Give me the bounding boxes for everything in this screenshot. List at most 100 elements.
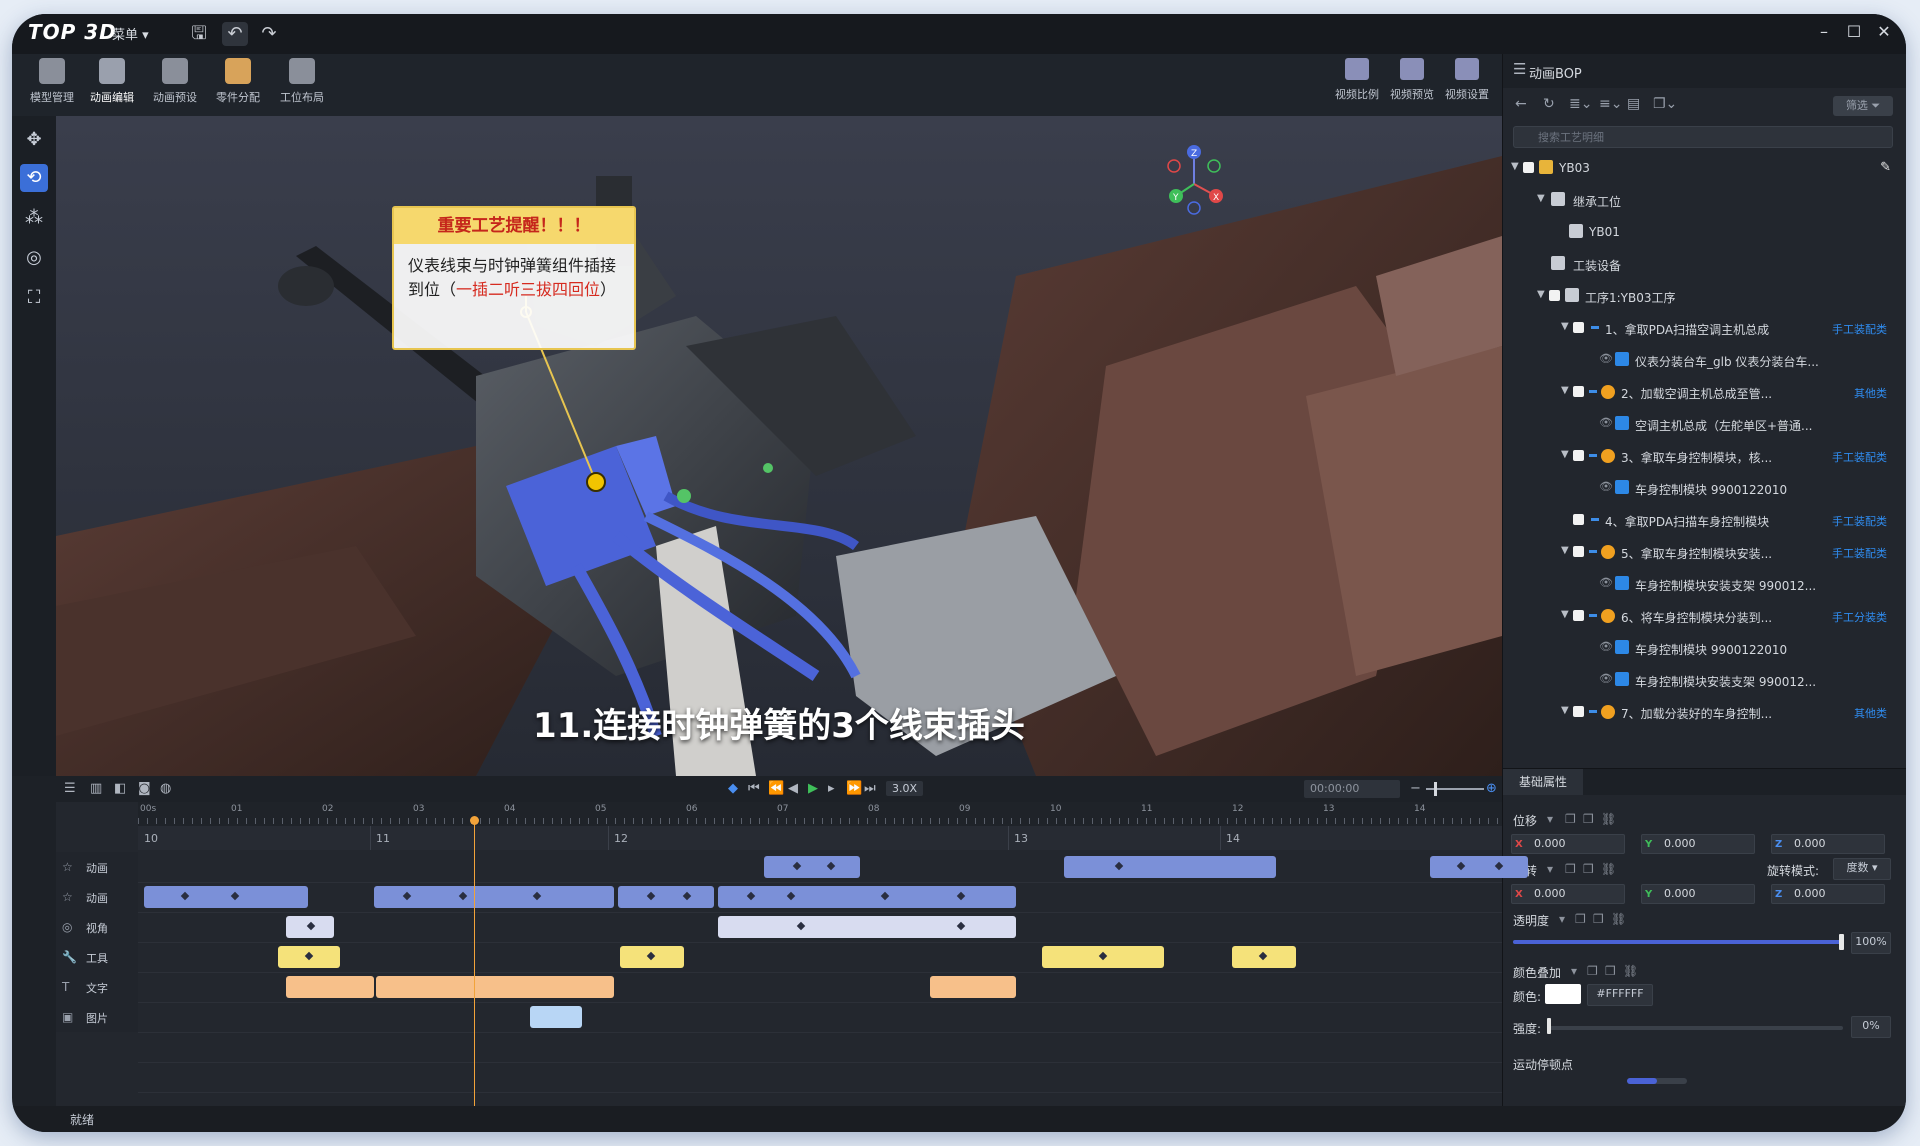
- tree-row[interactable]: ▼ 1、拿取PDA扫描空调主机总成 手工装配类: [1503, 312, 1906, 344]
- next-key-icon[interactable]: ⏩: [846, 781, 862, 796]
- menu-icon[interactable]: ☰: [1513, 60, 1526, 78]
- step-back-icon[interactable]: ◀: [788, 781, 798, 796]
- rotation-y-field[interactable]: Y 0.000: [1641, 884, 1755, 904]
- track-lane-animation-2[interactable]: [138, 882, 1502, 913]
- fit-view-icon[interactable]: ⛶: [20, 284, 48, 312]
- tree-row[interactable]: 工装设备: [1503, 248, 1906, 280]
- paste-icon[interactable]: ❒: [1593, 912, 1604, 926]
- timeline-clip[interactable]: [144, 886, 308, 908]
- skip-start-icon[interactable]: ⏮: [748, 781, 760, 796]
- timeline-clip[interactable]: [718, 916, 1016, 938]
- playback-speed[interactable]: 3.0X: [886, 781, 924, 796]
- tree-row[interactable]: 4、拿取PDA扫描车身控制模块 手工装配类: [1503, 504, 1906, 536]
- move-tool-icon[interactable]: ✥: [20, 126, 48, 154]
- eye-icon[interactable]: 👁: [1599, 640, 1613, 653]
- tree-row[interactable]: 👁 车身控制模块安装支架 990012...: [1503, 664, 1906, 696]
- orbit-tool-icon[interactable]: ◎: [20, 244, 48, 272]
- zoom-out-icon[interactable]: −: [1410, 781, 1421, 796]
- timeline-clip[interactable]: [286, 976, 374, 998]
- tree-row[interactable]: ▼ 7、加载分装好的车身控制... 其他类: [1503, 696, 1906, 728]
- edit-icon[interactable]: ✎: [1880, 160, 1891, 175]
- minimize-icon[interactable]: –: [1812, 22, 1836, 41]
- collapse-list-icon[interactable]: ≡⌄: [1599, 96, 1622, 112]
- track-label-animation[interactable]: ☆ 动画: [56, 882, 138, 912]
- track-label-image[interactable]: ▣ 图片: [56, 1002, 138, 1032]
- strength-value[interactable]: 0%: [1851, 1016, 1891, 1038]
- video-settings-button[interactable]: 视频设置: [1440, 58, 1494, 102]
- expand-list-icon[interactable]: ≣⌄: [1569, 96, 1592, 112]
- eye-icon[interactable]: 👁: [1599, 480, 1613, 493]
- document-icon[interactable]: ▤: [1627, 96, 1640, 112]
- panel-view-icon[interactable]: ◧: [114, 781, 126, 796]
- checkbox[interactable]: [1523, 162, 1534, 173]
- track-label-tool[interactable]: 🔧 工具: [56, 942, 138, 972]
- expand-arrow-icon[interactable]: ▼: [1561, 545, 1569, 556]
- rotation-mode-select[interactable]: 度数 ▾: [1833, 858, 1891, 880]
- search-input[interactable]: 搜索工艺明细: [1513, 126, 1893, 148]
- link-icon[interactable]: ⛓: [1611, 912, 1626, 926]
- zoom-in-icon[interactable]: ⊕: [1486, 781, 1497, 796]
- track-lane-view[interactable]: [138, 912, 1502, 943]
- 3d-viewport[interactable]: Z X Y 重要工艺提醒！！！ 仪表线束与时钟弹簧组件插接到位（一插二听三拔四回…: [56, 116, 1502, 776]
- dropdown-arrow-icon[interactable]: ▾: [1547, 812, 1553, 826]
- node-tool-icon[interactable]: ⁂: [20, 204, 48, 232]
- video-ratio-button[interactable]: 视频比例: [1330, 58, 1384, 102]
- video-preview-button[interactable]: 视频预览: [1385, 58, 1439, 102]
- timeline-clip[interactable]: [530, 1006, 582, 1028]
- track-lane-animation-1[interactable]: [138, 852, 1528, 883]
- track-label-text[interactable]: T 文字: [56, 972, 138, 1002]
- rotation-z-field[interactable]: Z 0.000: [1771, 884, 1885, 904]
- track-lane-text[interactable]: [138, 972, 1502, 1003]
- tree-row[interactable]: ▼ 2、加载空调主机总成至管... 其他类: [1503, 376, 1906, 408]
- eye-icon[interactable]: 👁: [1599, 416, 1613, 429]
- expand-arrow-icon[interactable]: ▼: [1511, 161, 1519, 172]
- save-icon[interactable]: 🖫: [186, 22, 212, 46]
- copy-icon[interactable]: ❐⌄: [1653, 96, 1677, 112]
- camera-icon[interactable]: ◙: [138, 781, 151, 796]
- maximize-icon[interactable]: ☐: [1842, 22, 1866, 41]
- expand-arrow-icon[interactable]: ▼: [1561, 449, 1569, 460]
- playhead[interactable]: [474, 820, 475, 1106]
- undo-icon[interactable]: ↶: [222, 22, 248, 46]
- tree-row[interactable]: ▼ 继承工位: [1503, 184, 1906, 216]
- dropdown-arrow-icon[interactable]: ▾: [1559, 912, 1565, 926]
- module-animation-edit[interactable]: 动画编辑: [82, 58, 142, 105]
- refresh-icon[interactable]: ↻: [1543, 96, 1555, 112]
- paste-icon[interactable]: ❒: [1605, 964, 1616, 978]
- rotate-view-icon[interactable]: ⟲: [20, 164, 48, 192]
- skip-end-icon[interactable]: ⏭: [864, 781, 876, 796]
- list-icon[interactable]: ☰: [64, 781, 76, 796]
- copy-icon[interactable]: ❐: [1565, 862, 1576, 876]
- back-arrow-icon[interactable]: ←: [1515, 96, 1527, 112]
- zoom-slider-handle[interactable]: [1434, 782, 1437, 796]
- link-icon[interactable]: ⛓: [1623, 964, 1638, 978]
- tab-basic-properties[interactable]: 基础属性: [1503, 769, 1583, 795]
- eye-icon[interactable]: 👁: [1599, 576, 1613, 589]
- tree-row[interactable]: ▼ YB03 ✎: [1503, 152, 1906, 184]
- rotation-x-field[interactable]: X 0.000: [1511, 884, 1625, 904]
- expand-arrow-icon[interactable]: ▼: [1561, 321, 1569, 332]
- expand-arrow-icon[interactable]: ▼: [1561, 609, 1569, 620]
- tree-row[interactable]: ▼ 3、拿取车身控制模块，核... 手工装配类: [1503, 440, 1906, 472]
- module-station-layout[interactable]: 工位布局: [272, 58, 332, 105]
- checkbox[interactable]: [1573, 514, 1584, 525]
- tree-row[interactable]: ▼ 5、拿取车身控制模块安装... 手工装配类: [1503, 536, 1906, 568]
- expand-arrow-icon[interactable]: ▼: [1561, 705, 1569, 716]
- motion-pause-toggle[interactable]: [1627, 1078, 1687, 1084]
- tree-row[interactable]: ▼ 工序1:YB03工序: [1503, 280, 1906, 312]
- close-icon[interactable]: ✕: [1872, 22, 1896, 41]
- tree-row[interactable]: 👁 空调主机总成（左舵单区+普通...: [1503, 408, 1906, 440]
- checkbox[interactable]: [1573, 546, 1584, 557]
- checkbox[interactable]: [1549, 290, 1560, 301]
- module-model-management[interactable]: 模型管理: [22, 58, 82, 105]
- paste-icon[interactable]: ❒: [1583, 812, 1594, 826]
- checkbox[interactable]: [1573, 322, 1584, 333]
- timeline-clip[interactable]: [1064, 856, 1276, 878]
- track-label-view[interactable]: ◎ 视角: [56, 912, 138, 942]
- color-swatch[interactable]: [1545, 984, 1581, 1004]
- checkbox[interactable]: [1573, 450, 1584, 461]
- expand-arrow-icon[interactable]: ▼: [1561, 385, 1569, 396]
- timeline-clip[interactable]: [376, 976, 614, 998]
- checkbox[interactable]: [1573, 610, 1584, 621]
- step-forward-icon[interactable]: ▸: [828, 781, 835, 796]
